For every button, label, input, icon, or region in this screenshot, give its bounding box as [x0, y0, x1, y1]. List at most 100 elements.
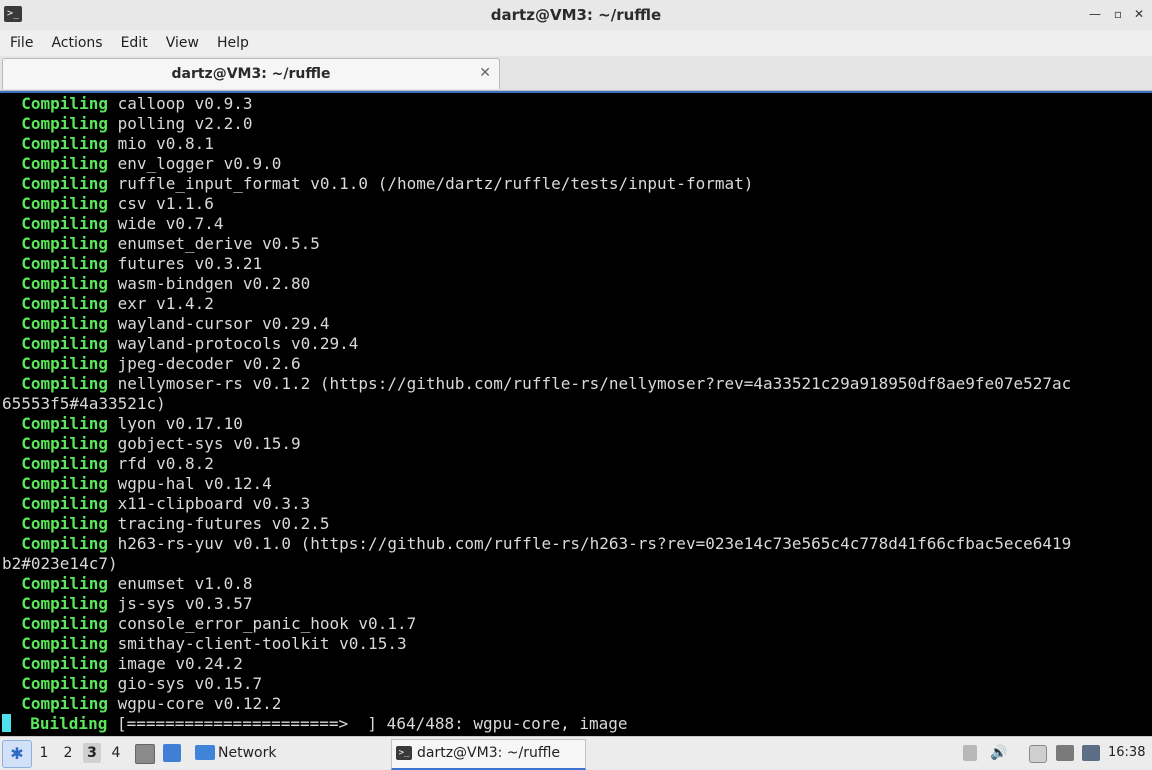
maximize-button[interactable]: ▫	[1111, 7, 1125, 21]
compile-keyword: Compiling	[2, 154, 108, 173]
terminal-line: 65553f5#4a33521c)	[2, 394, 1122, 414]
compile-keyword: Compiling	[2, 634, 108, 653]
menu-file[interactable]: File	[0, 30, 42, 56]
compile-crate: 65553f5#4a33521c)	[2, 394, 166, 413]
compile-keyword: Compiling	[2, 174, 108, 193]
window-titlebar[interactable]: >_ dartz@VM3: ~/ruffle — ▫ ✕	[0, 0, 1152, 31]
terminal-line: Compiling futures v0.3.21	[2, 254, 1122, 274]
compile-crate: env_logger v0.9.0	[107, 154, 282, 173]
terminal-line: Compiling jpeg-decoder v0.2.6	[2, 354, 1122, 374]
compile-keyword: Compiling	[2, 414, 108, 433]
compile-crate: wayland-protocols v0.29.4	[107, 334, 359, 353]
compile-keyword: Compiling	[2, 454, 108, 473]
terminal-tab[interactable]: dartz@VM3: ~/ruffle ✕	[2, 58, 500, 89]
compile-crate: csv v1.1.6	[107, 194, 214, 213]
compile-keyword: Compiling	[2, 94, 108, 113]
compile-crate: wayland-cursor v0.29.4	[107, 314, 330, 333]
terminal-line: Compiling wayland-protocols v0.29.4	[2, 334, 1122, 354]
terminal-line: b2#023e14c7)	[2, 554, 1122, 574]
compile-keyword: Compiling	[2, 134, 108, 153]
compile-crate: console_error_panic_hook v0.1.7	[107, 614, 417, 633]
menu-help[interactable]: Help	[208, 30, 258, 56]
workspace-1[interactable]: 1	[35, 743, 53, 763]
compile-crate: gio-sys v0.15.7	[107, 674, 263, 693]
terminal-line: Compiling csv v1.1.6	[2, 194, 1122, 214]
compile-crate: wgpu-core v0.12.2	[107, 694, 282, 713]
terminal-line: Compiling rfd v0.8.2	[2, 454, 1122, 474]
window-title: dartz@VM3: ~/ruffle	[490, 6, 662, 24]
compile-crate: rfd v0.8.2	[107, 454, 214, 473]
close-window-button[interactable]: ✕	[1132, 7, 1146, 21]
terminal-output[interactable]: Compiling calloop v0.9.3 Compiling polli…	[0, 91, 1152, 738]
tab-bar: dartz@VM3: ~/ruffle ✕	[0, 56, 1152, 91]
compile-crate: ruffle_input_format v0.1.0 (/home/dartz/…	[107, 174, 754, 193]
terminal-line: Compiling env_logger v0.9.0	[2, 154, 1122, 174]
compile-keyword: Compiling	[2, 534, 108, 553]
compile-keyword: Compiling	[2, 694, 108, 713]
terminal-line: Compiling wasm-bindgen v0.2.80	[2, 274, 1122, 294]
network-launcher-label[interactable]: Network	[218, 737, 276, 769]
terminal-cursor	[2, 714, 11, 732]
menu-view[interactable]: View	[157, 30, 208, 56]
terminal-line: Compiling mio v0.8.1	[2, 134, 1122, 154]
terminal-line: Compiling enumset_derive v0.5.5	[2, 234, 1122, 254]
workspace-2[interactable]: 2	[59, 743, 77, 763]
menu-edit[interactable]: Edit	[112, 30, 157, 56]
compile-crate: calloop v0.9.3	[107, 94, 253, 113]
compile-crate: enumset v1.0.8	[107, 574, 253, 593]
compile-crate: futures v0.3.21	[107, 254, 263, 273]
compile-keyword: Compiling	[2, 214, 108, 233]
display-tray-icon[interactable]	[1082, 745, 1100, 761]
taskbar-terminal-task[interactable]: >_ dartz@VM3: ~/ruffle	[391, 739, 586, 770]
compile-keyword: Compiling	[2, 434, 108, 453]
compile-keyword: Compiling	[2, 314, 108, 333]
workspace-3[interactable]: 3	[83, 743, 101, 763]
compile-crate: h263-rs-yuv v0.1.0 (https://github.com/r…	[107, 534, 1072, 553]
workspace-4[interactable]: 4	[107, 743, 125, 763]
network-folder-icon[interactable]	[195, 745, 215, 760]
compile-crate: jpeg-decoder v0.2.6	[107, 354, 301, 373]
clipboard-tray-icon[interactable]	[1029, 745, 1047, 763]
task-label: dartz@VM3: ~/ruffle	[417, 745, 561, 761]
terminal-line: Compiling wayland-cursor v0.29.4	[2, 314, 1122, 334]
updates-tray-icon[interactable]	[963, 745, 977, 761]
terminal-line: Compiling gobject-sys v0.15.9	[2, 434, 1122, 454]
compile-keyword: Compiling	[2, 654, 108, 673]
terminal-line: Compiling wide v0.7.4	[2, 214, 1122, 234]
terminal-line: Compiling console_error_panic_hook v0.1.…	[2, 614, 1122, 634]
terminal-line: Compiling js-sys v0.3.57	[2, 594, 1122, 614]
start-menu-button[interactable]: ✱	[2, 740, 32, 768]
terminal-line: Compiling h263-rs-yuv v0.1.0 (https://gi…	[2, 534, 1122, 554]
show-desktop-icon[interactable]	[163, 744, 181, 762]
menu-bar: File Actions Edit View Help	[0, 30, 1152, 56]
terminal-line: Compiling smithay-client-toolkit v0.15.3	[2, 634, 1122, 654]
clock[interactable]: 16:38	[1108, 737, 1145, 769]
compile-crate: enumset_derive v0.5.5	[107, 234, 320, 253]
compile-keyword: Compiling	[2, 234, 108, 253]
compile-crate: js-sys v0.3.57	[107, 594, 253, 613]
volume-icon[interactable]: 🔊	[990, 745, 1010, 761]
compile-keyword: Compiling	[2, 514, 108, 533]
compile-keyword: Compiling	[2, 254, 108, 273]
compile-keyword: Compiling	[2, 294, 108, 313]
minimize-button[interactable]: —	[1088, 7, 1102, 21]
terminal-line: Compiling wgpu-hal v0.12.4	[2, 474, 1122, 494]
network-tray-icon[interactable]	[1056, 745, 1074, 761]
terminal-line: Compiling polling v2.2.0	[2, 114, 1122, 134]
compile-crate: wgpu-hal v0.12.4	[107, 474, 272, 493]
menu-actions[interactable]: Actions	[42, 30, 111, 56]
terminal-line: Compiling tracing-futures v0.2.5	[2, 514, 1122, 534]
compile-crate: tracing-futures v0.2.5	[107, 514, 330, 533]
compile-keyword: Compiling	[2, 614, 108, 633]
terminal-text: Compiling calloop v0.9.3 Compiling polli…	[2, 94, 1122, 734]
file-manager-launcher-icon[interactable]	[135, 744, 155, 764]
tab-label: dartz@VM3: ~/ruffle	[171, 66, 331, 82]
compile-keyword: Compiling	[2, 334, 108, 353]
compile-crate: lyon v0.17.10	[107, 414, 243, 433]
building-keyword: Building	[11, 714, 108, 733]
compile-keyword: Compiling	[2, 574, 108, 593]
compile-keyword: Compiling	[2, 274, 108, 293]
terminal-line: Compiling lyon v0.17.10	[2, 414, 1122, 434]
lubuntu-logo-icon: ✱	[10, 744, 24, 763]
tab-close-icon[interactable]: ✕	[479, 65, 491, 81]
